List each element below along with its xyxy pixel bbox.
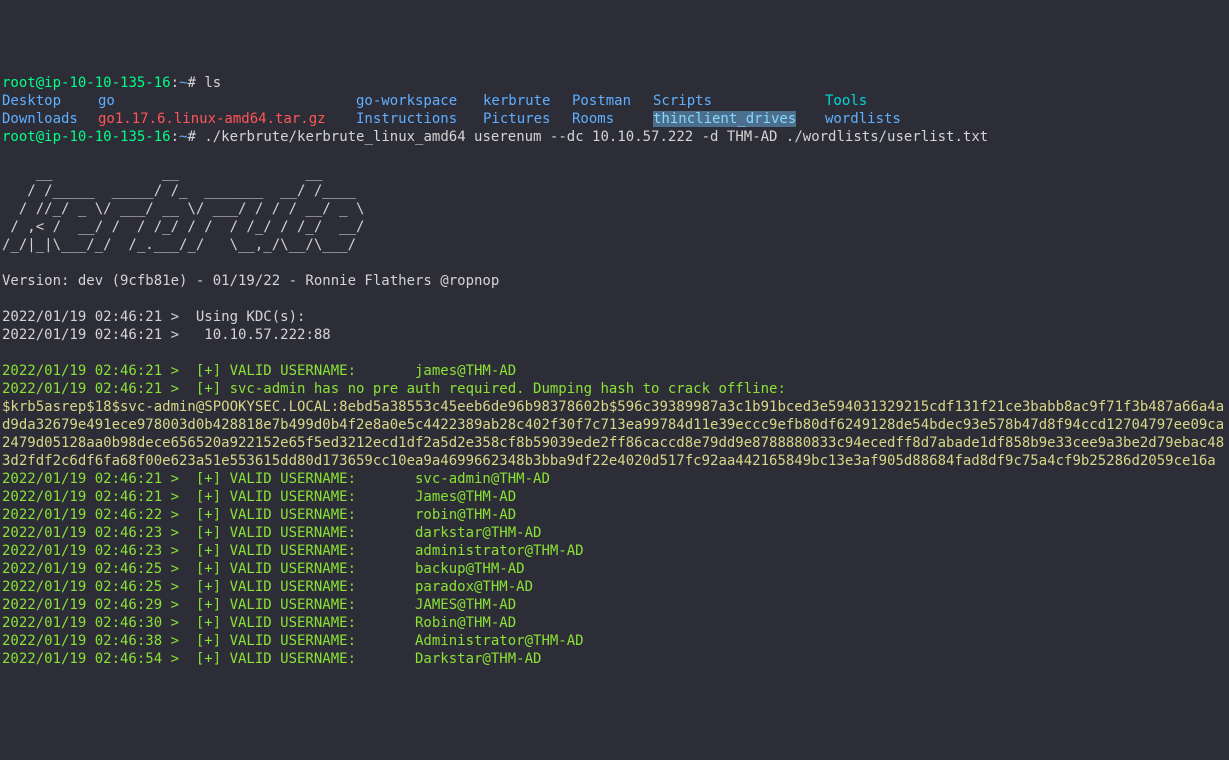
prompt-line-2: root@ip-10-10-135-16:~# ./kerbrute/kerbr…	[2, 129, 988, 145]
ls-wordlists: wordlists	[825, 110, 901, 128]
valid-user-line: 2022/01/19 02:46:38 > [+] VALID USERNAME…	[2, 633, 584, 649]
prompt-host: ip-10-10-135-16	[44, 75, 170, 91]
ls-rooms: Rooms	[572, 110, 653, 128]
ls-tools: Tools	[825, 92, 867, 110]
prompt-user-2: root	[2, 129, 36, 145]
valid-user-line: 2022/01/19 02:46:29 > [+] VALID USERNAME…	[2, 597, 516, 613]
ls-go-workspace: go-workspace	[356, 92, 483, 110]
ls-go: go	[98, 92, 356, 110]
ls-pictures: Pictures	[483, 110, 572, 128]
valid-user-line: 2022/01/19 02:46:22 > [+] VALID USERNAME…	[2, 507, 516, 523]
ls-downloads: Downloads	[2, 110, 98, 128]
ls-row-2: Downloadsgo1.17.6.linux-amd64.tar.gzInst…	[2, 110, 1227, 128]
preauth-dump-line: 2022/01/19 02:46:21 > [+] svc-admin has …	[2, 381, 786, 397]
ls-go-tarball: go1.17.6.linux-amd64.tar.gz	[98, 110, 356, 128]
ls-kerbrute: kerbrute	[483, 92, 572, 110]
valid-user-line: 2022/01/19 02:46:30 > [+] VALID USERNAME…	[2, 615, 516, 631]
prompt-user: root	[2, 75, 36, 91]
valid-user-line: 2022/01/19 02:46:23 > [+] VALID USERNAME…	[2, 525, 541, 541]
valid-user-line: 2022/01/19 02:46:54 > [+] VALID USERNAME…	[2, 651, 541, 667]
ls-thinclient-drives: thinclient_drives	[653, 110, 825, 128]
ascii-logo: __ __ __ / /_____ _____/ /_ _______ __/ …	[2, 165, 364, 253]
command-kerbrute: ./kerbrute/kerbrute_linux_amd64 userenum…	[204, 129, 988, 145]
prompt-line-1: root@ip-10-10-135-16:~# ls	[2, 75, 221, 91]
prompt-hash-2: #	[187, 129, 204, 145]
valid-user-line: 2022/01/19 02:46:21 > [+] VALID USERNAME…	[2, 471, 550, 487]
prompt-hash: #	[187, 75, 204, 91]
ls-row-1: Desktopgogo-workspacekerbrutePostmanScri…	[2, 92, 1227, 110]
ls-thinclient-drives-text: thinclient_drives	[653, 111, 796, 127]
ls-scripts: Scripts	[653, 92, 825, 110]
command-ls: ls	[204, 75, 221, 91]
kdc-address-line: 2022/01/19 02:46:21 > 10.10.57.222:88	[2, 327, 331, 343]
prompt-at-2: @	[36, 129, 44, 145]
using-kdc-line: 2022/01/19 02:46:21 > Using KDC(s):	[2, 309, 305, 325]
terminal-output[interactable]: root@ip-10-10-135-16:~# ls Desktopgogo-w…	[2, 74, 1227, 668]
prompt-host-2: ip-10-10-135-16	[44, 129, 170, 145]
prompt-colon: :	[171, 75, 179, 91]
ls-instructions: Instructions	[356, 110, 483, 128]
valid-user-line: 2022/01/19 02:46:21 > [+] VALID USERNAME…	[2, 489, 516, 505]
valid-user-line: 2022/01/19 02:46:25 > [+] VALID USERNAME…	[2, 561, 525, 577]
prompt-colon-2: :	[171, 129, 179, 145]
ls-desktop: Desktop	[2, 92, 98, 110]
valid-user-line: 2022/01/19 02:46:23 > [+] VALID USERNAME…	[2, 543, 584, 559]
valid-users-list: 2022/01/19 02:46:21 > [+] VALID USERNAME…	[2, 471, 584, 667]
prompt-at: @	[36, 75, 44, 91]
krb5-hash: $krb5asrep$18$svc-admin@SPOOKYSEC.LOCAL:…	[2, 398, 1227, 470]
version-text: Version: dev (9cfb81e) - 01/19/22 - Ronn…	[2, 273, 499, 289]
ls-postman: Postman	[572, 92, 653, 110]
valid-user-line: 2022/01/19 02:46:25 > [+] VALID USERNAME…	[2, 579, 533, 595]
valid-user-james: 2022/01/19 02:46:21 > [+] VALID USERNAME…	[2, 363, 516, 379]
